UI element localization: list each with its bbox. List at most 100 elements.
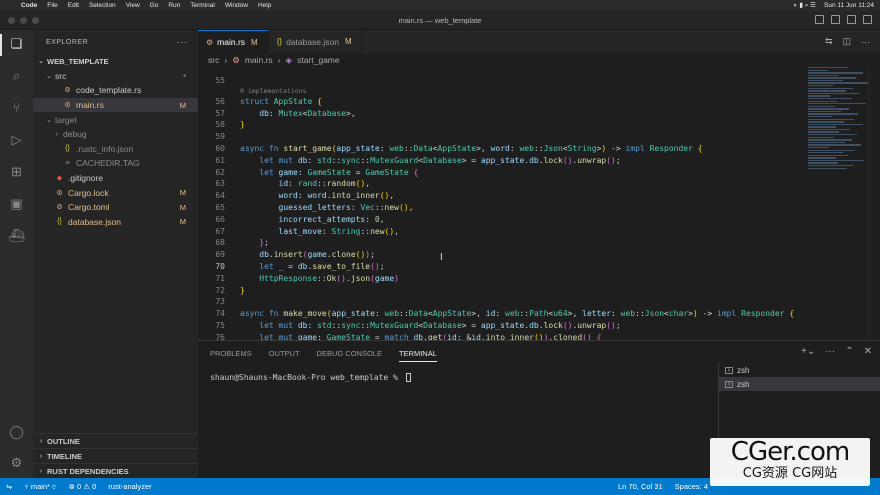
tree-item-src[interactable]: ⌄ src ●: [33, 69, 198, 84]
run-debug-icon[interactable]: ▷: [8, 131, 25, 148]
code-line[interactable]: 70 let _ = db.save_to_file();: [198, 261, 798, 273]
tab-debug-console[interactable]: DEBUG CONSOLE: [317, 349, 382, 358]
line-text: let _ = db.save_to_file();: [259, 261, 385, 271]
section-timeline[interactable]: › TIMELINE: [33, 448, 198, 463]
toggle-sidebar-icon[interactable]: [815, 15, 824, 24]
terminal-item[interactable]: › zsh: [719, 363, 880, 377]
window-controls[interactable]: [8, 17, 39, 24]
code-line[interactable]: 63 id: rand::random(),: [198, 178, 798, 190]
remote-explorer-icon[interactable]: ▣: [8, 195, 25, 212]
code-line[interactable]: 60 async fn start_game(app_state: web::Da…: [198, 143, 798, 155]
code-line[interactable]: 71 HttpResponse::Ok().json(game): [198, 273, 798, 285]
tab-output[interactable]: OUTPUT: [269, 349, 300, 358]
toggle-panel-icon[interactable]: [831, 15, 840, 24]
code-line[interactable]: 57 db: Mutex<Database>,: [198, 108, 798, 120]
git-branch[interactable]: ⑂ main* ⟳: [24, 482, 56, 491]
extensions-icon[interactable]: ⊞: [8, 163, 25, 180]
menu-help[interactable]: Help: [258, 2, 271, 9]
code-editor[interactable]: 55 0 implementations 56 struct AppState {57…: [198, 75, 798, 342]
menu-selection[interactable]: Selection: [89, 2, 116, 9]
tree-item-code-template-rs[interactable]: ⚙ code_template.rs: [33, 83, 198, 98]
breadcrumb-file[interactable]: main.rs: [245, 55, 273, 65]
cursor-position[interactable]: Ln 70, Col 31: [618, 482, 663, 491]
terminal-item[interactable]: › zsh: [719, 377, 880, 391]
menubar-clock[interactable]: Sun 11 Jun 11:24: [824, 2, 874, 9]
code-line[interactable]: 62 let game: GameState = GameState {: [198, 167, 798, 179]
rust-analyzer-status[interactable]: rust-analyzer: [108, 482, 151, 491]
code-line[interactable]: 56 struct AppState {: [198, 96, 798, 108]
zoom-window-button[interactable]: [32, 17, 39, 24]
menu-app-name[interactable]: Code: [21, 2, 37, 9]
section-outline[interactable]: › OUTLINE: [33, 433, 198, 448]
code-line[interactable]: 75 let mut db: std::sync::MutexGuard<Dat…: [198, 320, 798, 332]
code-line[interactable]: 65 guessed_letters: Vec::new(),: [198, 202, 798, 214]
code-line[interactable]: 74 async fn make_move(app_state: web::Dat…: [198, 308, 798, 320]
project-root[interactable]: ⌄ WEB_TEMPLATE: [33, 54, 198, 69]
new-terminal-icon[interactable]: +⌄: [801, 346, 815, 357]
menu-file[interactable]: File: [47, 2, 57, 9]
code-line[interactable]: 59: [198, 131, 798, 143]
code-line[interactable]: 69 db.insert(game.clone());: [198, 249, 798, 261]
section-rust-dependencies[interactable]: › RUST DEPENDENCIES: [33, 463, 198, 478]
remote-indicator-icon[interactable]: ⇋: [6, 482, 12, 491]
code-line[interactable]: 67 last_move: String::new(),: [198, 226, 798, 238]
code-line[interactable]: 68 };: [198, 237, 798, 249]
code-line[interactable]: 66 incorrect_attempts: 0,: [198, 214, 798, 226]
more-actions-icon[interactable]: ···: [177, 37, 189, 48]
tree-item--rustc-info-json[interactable]: {} .rustc_info.json: [33, 142, 198, 157]
indentation[interactable]: Spaces: 4: [675, 482, 708, 491]
source-control-icon[interactable]: ⑂: [8, 99, 25, 116]
close-window-button[interactable]: [8, 17, 15, 24]
search-icon[interactable]: ⌕: [8, 67, 25, 84]
tree-item-main-rs[interactable]: ⚙ main.rs M: [33, 97, 198, 113]
docker-icon[interactable]: ⛴: [8, 227, 25, 244]
menu-terminal[interactable]: Terminal: [190, 2, 215, 9]
menu-go[interactable]: Go: [150, 2, 159, 9]
split-editor-icon[interactable]: ◫: [842, 36, 851, 47]
more-actions-icon[interactable]: ···: [861, 37, 870, 47]
problems-count[interactable]: ⊗ 0 ⚠ 0: [69, 482, 97, 491]
code-line[interactable]: 61 let mut db: std::sync::MutexGuard<Dat…: [198, 155, 798, 167]
code-line[interactable]: 55: [198, 75, 798, 87]
minimap[interactable]: [808, 67, 868, 207]
tab-label: main.rs: [217, 37, 246, 47]
tab-database-json[interactable]: {} database.json M: [269, 30, 363, 53]
tab-main-rs[interactable]: ⚙ main.rs M: [198, 30, 269, 53]
code-line[interactable]: 64 word: word.into_inner(),: [198, 190, 798, 202]
toggle-secondary-sidebar-icon[interactable]: [847, 15, 856, 24]
code-line[interactable]: 72}: [198, 285, 798, 297]
breadcrumb-src[interactable]: src: [208, 55, 219, 65]
codelens-hint[interactable]: 0 implementations: [198, 87, 798, 96]
tree-item-debug[interactable]: › debug: [33, 127, 198, 142]
explorer-title: EXPLORER: [46, 38, 89, 46]
account-icon[interactable]: ◯: [8, 423, 25, 440]
code-line[interactable]: 58}: [198, 119, 798, 131]
menu-window[interactable]: Window: [225, 2, 248, 9]
status-icons[interactable]: ◐ ▮ ⌕ ☰: [794, 1, 816, 10]
breadcrumb-symbol[interactable]: start_game: [297, 55, 340, 65]
files-icon[interactable]: ❏: [8, 35, 25, 52]
terminal-prompt: shaun@Shauns-MacBook-Pro web_template %: [210, 373, 403, 382]
maximize-panel-icon[interactable]: ⌃: [845, 346, 853, 357]
editor-scrollbar[interactable]: [868, 67, 880, 337]
tree-item-cachedir-tag[interactable]: ≡ CACHEDIR.TAG: [33, 156, 198, 171]
more-actions-icon[interactable]: ···: [825, 346, 835, 357]
code-line[interactable]: 73: [198, 296, 798, 308]
terminal[interactable]: shaun@Shauns-MacBook-Pro web_template %: [210, 373, 411, 382]
tree-item--gitignore[interactable]: ◆ .gitignore: [33, 171, 198, 186]
menu-view[interactable]: View: [126, 2, 140, 9]
tab-terminal[interactable]: TERMINAL: [398, 345, 437, 362]
tree-item-cargo-toml[interactable]: ⚙ Cargo.toml M: [33, 200, 198, 215]
tab-problems[interactable]: PROBLEMS: [210, 349, 252, 358]
tree-item-target[interactable]: ⌄ target: [33, 112, 198, 127]
menu-run[interactable]: Run: [168, 2, 180, 9]
customize-layout-icon[interactable]: [863, 15, 872, 24]
line-text: struct AppState {: [240, 96, 322, 106]
close-icon[interactable]: ✕: [864, 346, 872, 357]
menu-edit[interactable]: Edit: [68, 2, 79, 9]
settings-gear-icon[interactable]: ⚙: [8, 454, 25, 471]
compare-changes-icon[interactable]: ⇆: [825, 36, 833, 47]
minimize-window-button[interactable]: [20, 17, 27, 24]
tree-item-database-json[interactable]: {} database.json M: [33, 215, 198, 230]
tree-item-cargo-lock[interactable]: ⚙ Cargo.lock M: [33, 185, 198, 200]
